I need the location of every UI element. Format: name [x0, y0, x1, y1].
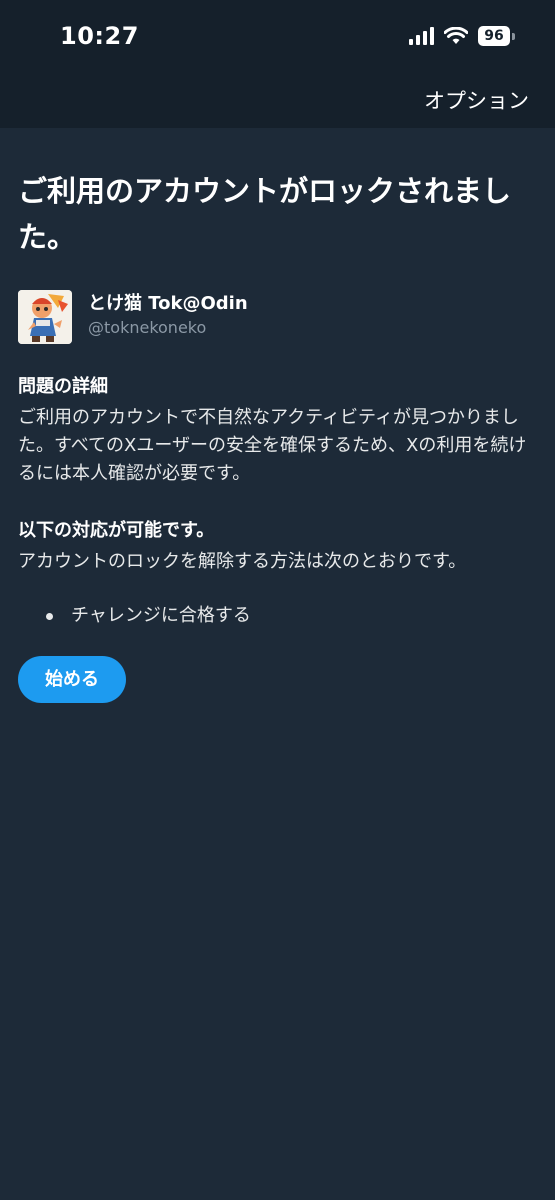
options-button[interactable]: オプション	[424, 85, 529, 115]
account-handle: @toknekoneko	[88, 318, 207, 337]
battery-icon: 96	[478, 26, 515, 46]
signal-icon	[409, 27, 434, 45]
battery-level: 96	[478, 26, 510, 46]
top-bar: 10:27 96 オプション	[0, 0, 555, 128]
account-info: とけ猫 Tok@Odin @toknekoneko	[18, 290, 538, 344]
details-text: ご利用のアカウントで不自然なアクティビティが見つかりました。すべてのXユーザーの…	[18, 407, 527, 484]
bullet-icon	[46, 612, 53, 620]
details-heading: 問題の詳細	[18, 376, 108, 397]
status-time: 10:27	[60, 22, 139, 50]
actions-heading: 以下の対応が可能です。	[18, 520, 215, 541]
account-text: とけ猫 Tok@Odin @toknekoneko	[88, 290, 248, 340]
start-button[interactable]: 始める	[18, 656, 126, 703]
unlock-options-list: チャレンジに合格する	[18, 602, 538, 630]
avatar	[18, 290, 72, 344]
main-content: ご利用のアカウントがロックされました。 とけ猫 Tok@Odin @toknek…	[18, 168, 538, 703]
wifi-icon	[444, 27, 468, 44]
page-title: ご利用のアカウントがロックされました。	[18, 174, 512, 254]
list-item-label: チャレンジに合格する	[71, 605, 251, 626]
list-item: チャレンジに合格する	[18, 602, 538, 630]
display-name: とけ猫 Tok@Odin	[88, 293, 248, 314]
actions-text: アカウントのロックを解除する方法は次のとおりです。	[18, 551, 467, 572]
status-icons: 96	[409, 26, 515, 46]
